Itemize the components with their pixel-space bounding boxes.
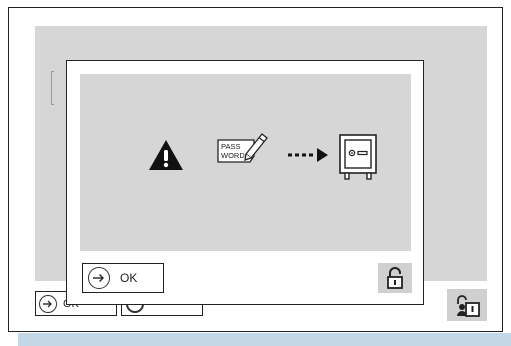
- arrow-circle-icon: [39, 294, 57, 313]
- dialog-illustration-panel: PASS WORD: [80, 74, 411, 251]
- safe-icon: [339, 134, 377, 180]
- dotted-arrow-icon: [288, 148, 328, 162]
- lock-user-icon: [457, 295, 480, 317]
- bottom-strip: [18, 333, 511, 346]
- password-note-line1: PASS: [221, 142, 240, 151]
- password-dialog: PASS WORD OK: [66, 60, 424, 305]
- background-panel-edge: [51, 71, 54, 105]
- arrow-circle-icon: [88, 267, 110, 289]
- unlock-button[interactable]: [378, 263, 412, 293]
- ok-button[interactable]: OK: [82, 263, 164, 293]
- ok-button-label: OK: [120, 271, 138, 285]
- background-lock-button: [447, 289, 487, 321]
- padlock-icon: [387, 267, 403, 289]
- warning-icon: [149, 140, 183, 170]
- password-note-icon: PASS WORD: [217, 133, 268, 163]
- password-note-line2: WORD: [221, 151, 245, 160]
